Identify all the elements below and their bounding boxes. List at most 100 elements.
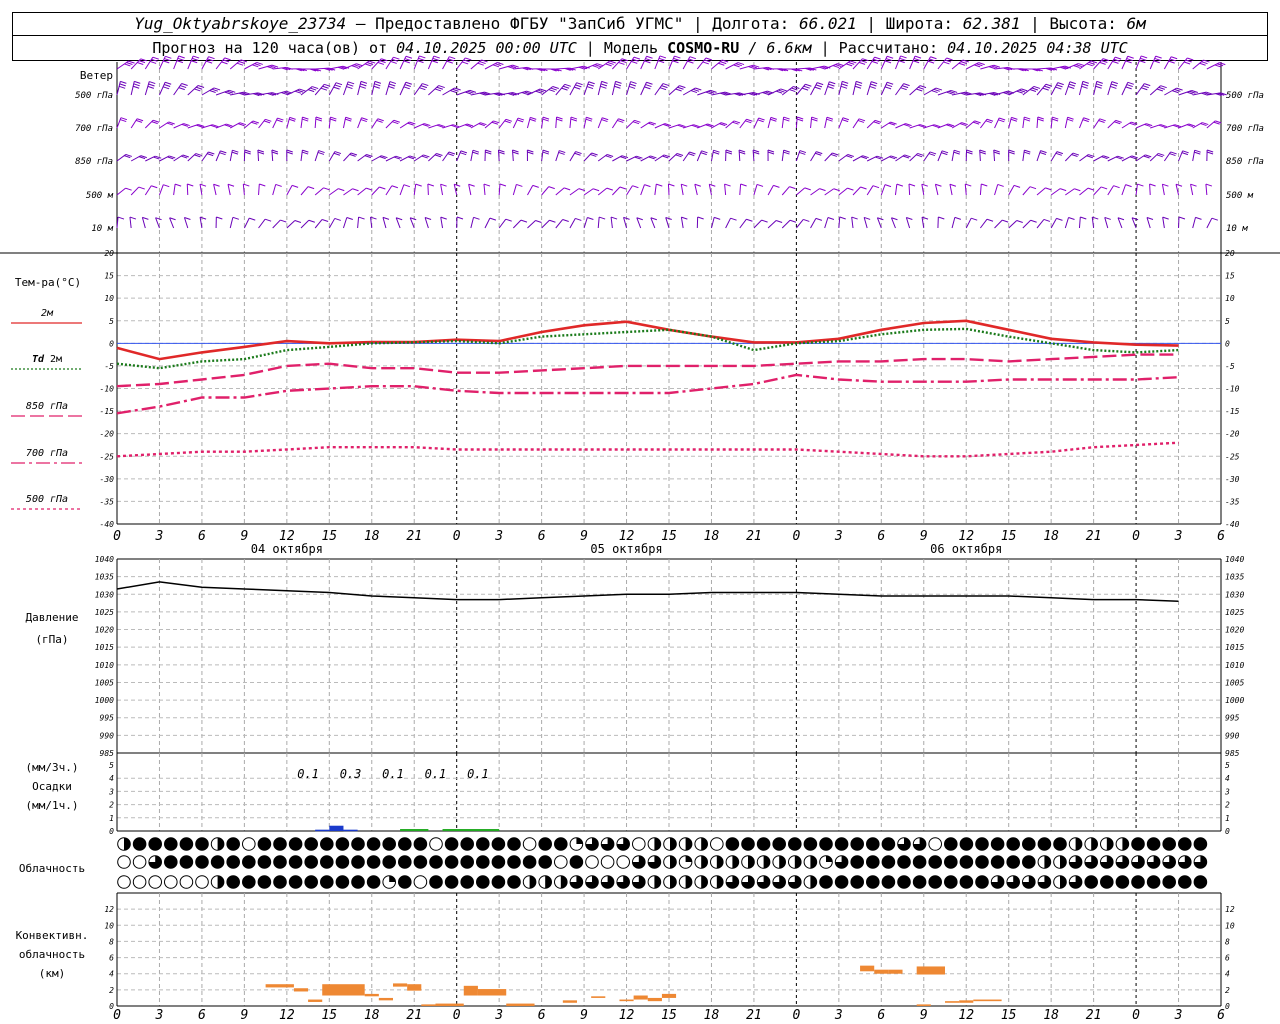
- wind-barb-flag: [672, 60, 679, 64]
- wind-barb: [427, 183, 429, 196]
- wind-barb-flag: [360, 83, 367, 87]
- wind-barb-flag: [1154, 57, 1161, 61]
- cloud-half: [560, 875, 568, 889]
- wind-barb-flag: [574, 152, 581, 156]
- wind-barb-flag: [1162, 216, 1169, 220]
- prec-3h-label: 0.3: [340, 767, 362, 781]
- wind-barb: [144, 81, 150, 96]
- wind-barb-flag: [232, 149, 239, 153]
- wind-barb: [866, 81, 872, 96]
- cloud-circle: [881, 855, 896, 869]
- wind-barb-flag: [803, 218, 810, 222]
- cloud-circle: [897, 875, 911, 889]
- wind-barb-flag: [334, 151, 342, 155]
- temp-ytick-left: 10: [104, 294, 114, 303]
- temp-xtick: 6: [538, 529, 546, 544]
- wind-barb: [512, 184, 517, 196]
- wind-barb-flag: [138, 186, 145, 190]
- wind-barb-flag: [690, 90, 698, 94]
- wind-barb-flag: [152, 56, 159, 60]
- cloud-circle: [569, 855, 584, 869]
- wind-barb-flag: [687, 60, 694, 64]
- wind-barb-flag: [773, 184, 780, 188]
- cloud-circle: [772, 837, 787, 851]
- wind-barb-flag: [162, 86, 170, 90]
- wind-barb-flag: [520, 219, 528, 223]
- wind-barb-flag: [151, 185, 158, 189]
- wind-barb: [767, 185, 774, 196]
- wind-barb: [385, 185, 393, 196]
- wind-barb-flag: [277, 117, 284, 121]
- wind-barb: [116, 187, 126, 196]
- temp-series-line: [116, 327, 1179, 370]
- wind-barb-flag: [986, 118, 994, 122]
- conv-xtick: 21: [1086, 1008, 1102, 1023]
- conv-xtick: 12: [279, 1008, 295, 1023]
- cloud-circle: [538, 837, 553, 851]
- wind-barb-flag: [935, 87, 943, 91]
- pres-ytick-left: 1030: [95, 590, 114, 599]
- wind-barb-flag: [1074, 188, 1081, 192]
- wind-barb-flag: [738, 149, 746, 153]
- wind-barb-flag: [1030, 219, 1037, 223]
- conv-xtick: 9: [580, 1008, 588, 1023]
- wind-barb-flag: [1029, 186, 1037, 190]
- conv-cloud-bar: [874, 969, 889, 974]
- cloud-circle: [148, 875, 162, 889]
- cloud-circle: [1146, 875, 1161, 889]
- wind-barb-flag: [419, 55, 426, 59]
- wind-barb-flag: [673, 57, 680, 61]
- wind-barb-flag: [730, 217, 737, 221]
- conv-cloud-bar: [435, 1003, 464, 1006]
- wind-barb-flag: [1002, 219, 1009, 223]
- wind-barb-flag: [998, 117, 1006, 121]
- wind-barb-flag: [1031, 87, 1039, 91]
- wind-barb-flag: [770, 116, 777, 120]
- conv-xtick: 0: [792, 1008, 800, 1023]
- wind-barb-flag: [767, 149, 775, 153]
- wind-barb-flag: [1040, 150, 1047, 154]
- cloud-half: [810, 855, 817, 869]
- wind-barb-flag: [1203, 59, 1210, 63]
- wind-barb-flag: [645, 58, 652, 62]
- temp-xtick: 9: [580, 529, 588, 544]
- conv-ytick-left: 12: [104, 905, 114, 914]
- wind-barb-flag: [136, 118, 144, 122]
- conv-ytick-left: 6: [109, 954, 114, 963]
- wind-barb-flag: [819, 188, 826, 192]
- cloud-circle: [382, 855, 397, 869]
- wind-level-right: 850 гПа: [1226, 157, 1264, 167]
- wind-barb-flag: [389, 81, 397, 85]
- wind-barb-flag: [614, 83, 622, 87]
- wind-barb-flag: [1160, 85, 1167, 89]
- cloud-circle: [944, 855, 958, 869]
- cloud-circle: [257, 875, 272, 889]
- wind-barb-flag: [789, 186, 796, 190]
- wind-barb: [725, 217, 731, 229]
- wind-barb-flag: [227, 183, 235, 187]
- wind-barb-flag: [163, 84, 171, 87]
- wind-barb: [1008, 185, 1015, 196]
- wind-barb-flag: [220, 150, 227, 154]
- wind-barb-flag: [516, 119, 524, 123]
- wind-barb-flag: [598, 216, 606, 220]
- wind-barb-flag: [847, 187, 854, 191]
- wind-barb-flag: [360, 119, 367, 123]
- cloud-circle: [444, 837, 459, 851]
- precip-bar: [343, 829, 358, 832]
- pres-ytick-left: 985: [100, 749, 115, 758]
- wind-barb-flag: [1169, 58, 1177, 62]
- wind-barb: [129, 217, 132, 229]
- wind-barb-flag: [803, 85, 810, 89]
- wind-barb-flag: [148, 83, 155, 87]
- wind-barb-flag: [631, 60, 638, 64]
- wind-barb-flag: [232, 216, 240, 220]
- wind-barb-flag: [549, 219, 556, 223]
- conv-title-2: облачность: [19, 948, 85, 961]
- wind-barb-flag: [997, 183, 1004, 187]
- wind-barb-flag: [1051, 118, 1059, 122]
- wind-barb-flag: [1110, 85, 1117, 89]
- wind-level-right: 10 м: [1226, 224, 1248, 234]
- cloud-circle: [320, 855, 334, 869]
- wind-barb-flag: [436, 86, 444, 90]
